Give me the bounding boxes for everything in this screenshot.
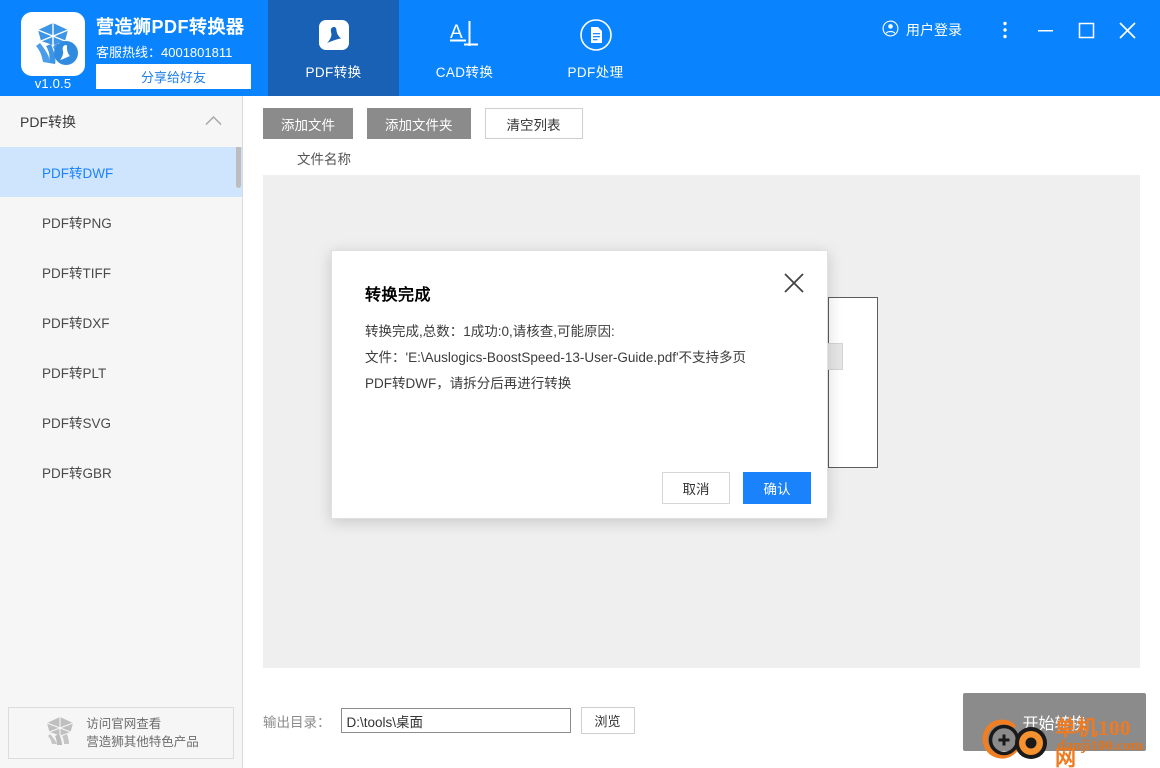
conversion-complete-dialog: 转换完成 转换完成,总数：1成功:0,请核查,可能原因: 文件：'E:\Ausl… xyxy=(331,250,828,519)
dialog-cancel-button[interactable]: 取消 xyxy=(662,472,730,504)
dialog-close-button[interactable] xyxy=(779,268,809,298)
dialog-title: 转换完成 xyxy=(365,287,432,304)
dialog-message-line3: PDF转DWF，请拆分后再进行转换 xyxy=(365,376,572,391)
application-window: v1.0.5 营造狮PDF转换器 客服热线：4001801811 分享给好友 P… xyxy=(0,0,1160,768)
dialog-actions: 取消 确认 xyxy=(662,472,811,504)
dialog-confirm-button[interactable]: 确认 xyxy=(743,472,811,504)
modal-overlay: 转换完成 转换完成,总数：1成功:0,请核查,可能原因: 文件：'E:\Ausl… xyxy=(0,0,1160,768)
dialog-message-line2: 文件：'E:\Auslogics-BoostSpeed-13-User-Guid… xyxy=(365,350,747,365)
close-icon xyxy=(784,273,804,293)
dialog-message: 转换完成,总数：1成功:0,请核查,可能原因: 文件：'E:\Auslogics… xyxy=(365,319,800,397)
dialog-message-line1: 转换完成,总数：1成功:0,请核查,可能原因: xyxy=(365,324,615,339)
